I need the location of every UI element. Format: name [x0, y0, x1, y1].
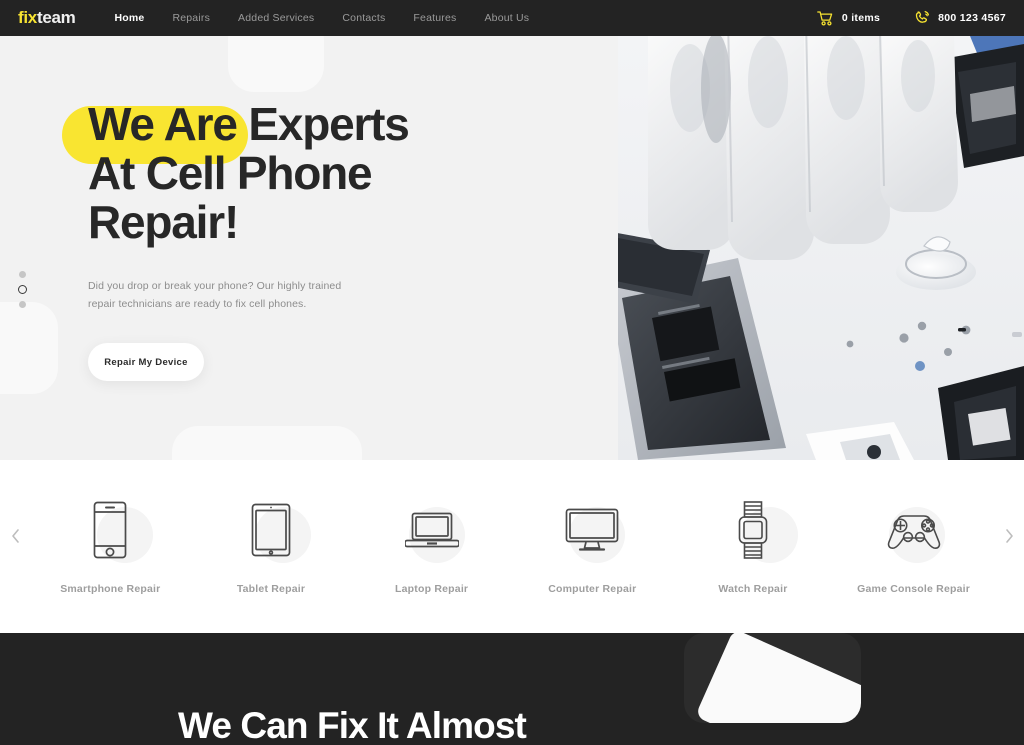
service-item-tablet-repair[interactable]: Tablet Repair [196, 499, 346, 595]
site-logo[interactable]: fixteam [18, 8, 76, 28]
service-label: Smartphone Repair [60, 582, 161, 595]
nav-item-features[interactable]: Features [399, 12, 470, 24]
slider-dot-2[interactable] [18, 285, 27, 294]
main-navigation: Home Repairs Added Services Contacts Fea… [100, 12, 543, 24]
site-header: fixteam Home Repairs Added Services Cont… [0, 0, 1024, 36]
service-label: Game Console Repair [857, 582, 971, 595]
hero-content: We Are Experts At Cell Phone Repair! Did… [62, 100, 508, 381]
decorative-shape-1 [228, 36, 324, 92]
desktop-monitor-icon [565, 499, 626, 563]
service-label: Watch Repair [718, 582, 788, 595]
cart-item-count: 0 items [841, 12, 881, 24]
hero-heading-line-2: At Cell Phone [88, 147, 373, 199]
phone-number: 800 123 4567 [938, 12, 1006, 24]
service-item-watch-repair[interactable]: Watch Repair [678, 499, 828, 595]
hero-heading-line1-rest: Experts [236, 98, 410, 150]
smartwatch-icon [738, 499, 798, 563]
service-label: Laptop Repair [395, 582, 469, 595]
smartphone-icon [93, 499, 154, 563]
decorative-shape-3 [172, 426, 362, 460]
chevron-right-icon[interactable] [994, 528, 1024, 566]
nav-item-added-services[interactable]: Added Services [224, 12, 328, 24]
chevron-left-icon[interactable] [0, 528, 30, 566]
services-list: Smartphone Repair Tablet Repair Laptop R… [30, 499, 994, 595]
hero-slider-dots [18, 264, 27, 315]
fix-almost-section: We Can Fix It Almost [0, 633, 1024, 745]
service-item-laptop-repair[interactable]: Laptop Repair [357, 499, 507, 595]
dark-section-device-card [684, 633, 861, 723]
logo-text-fix: fix [18, 8, 37, 27]
tablet-icon [251, 499, 311, 563]
service-label: Computer Repair [548, 582, 637, 595]
hero-heading-line-3: Repair! [88, 196, 239, 248]
nav-item-repairs[interactable]: Repairs [158, 12, 224, 24]
device-illustration [694, 633, 861, 723]
service-label: Tablet Repair [236, 582, 306, 595]
logo-text-team: team [36, 8, 76, 27]
nav-item-home[interactable]: Home [100, 12, 158, 24]
slider-dot-3[interactable] [19, 301, 26, 308]
hero-heading-line-1: We Are Experts [88, 100, 508, 149]
service-item-computer-repair[interactable]: Computer Repair [517, 499, 667, 595]
laptop-icon [404, 499, 465, 563]
services-carousel: Smartphone Repair Tablet Repair Laptop R… [0, 460, 1024, 633]
phone-widget[interactable]: 800 123 4567 [914, 10, 1006, 26]
service-item-smartphone-repair[interactable]: Smartphone Repair [35, 499, 185, 595]
game-controller-icon [885, 499, 945, 563]
shopping-cart-icon [817, 10, 834, 26]
nav-item-contacts[interactable]: Contacts [328, 12, 399, 24]
cart-widget[interactable]: 0 items [817, 10, 881, 26]
hero-background-photo [618, 36, 1024, 460]
hero-heading-highlight-text: We Are [88, 98, 238, 150]
slider-dot-1[interactable] [19, 271, 26, 278]
repair-my-device-button[interactable]: Repair My Device [88, 343, 204, 381]
hero-heading: We Are Experts At Cell Phone Repair! [62, 100, 508, 248]
nav-item-about-us[interactable]: About Us [470, 12, 543, 24]
service-item-game-console-repair[interactable]: Game Console Repair [839, 499, 989, 595]
hero-section: We Are Experts At Cell Phone Repair! Did… [0, 36, 1024, 460]
header-utilities: 0 items 800 123 4567 [783, 10, 1006, 26]
page-root: fixteam Home Repairs Added Services Cont… [0, 0, 1024, 745]
hero-subtitle: Did you drop or break your phone? Our hi… [88, 280, 342, 310]
decorative-shape-2 [0, 302, 58, 394]
phone-call-icon [914, 10, 930, 26]
dark-section-heading: We Can Fix It Almost [178, 705, 527, 745]
